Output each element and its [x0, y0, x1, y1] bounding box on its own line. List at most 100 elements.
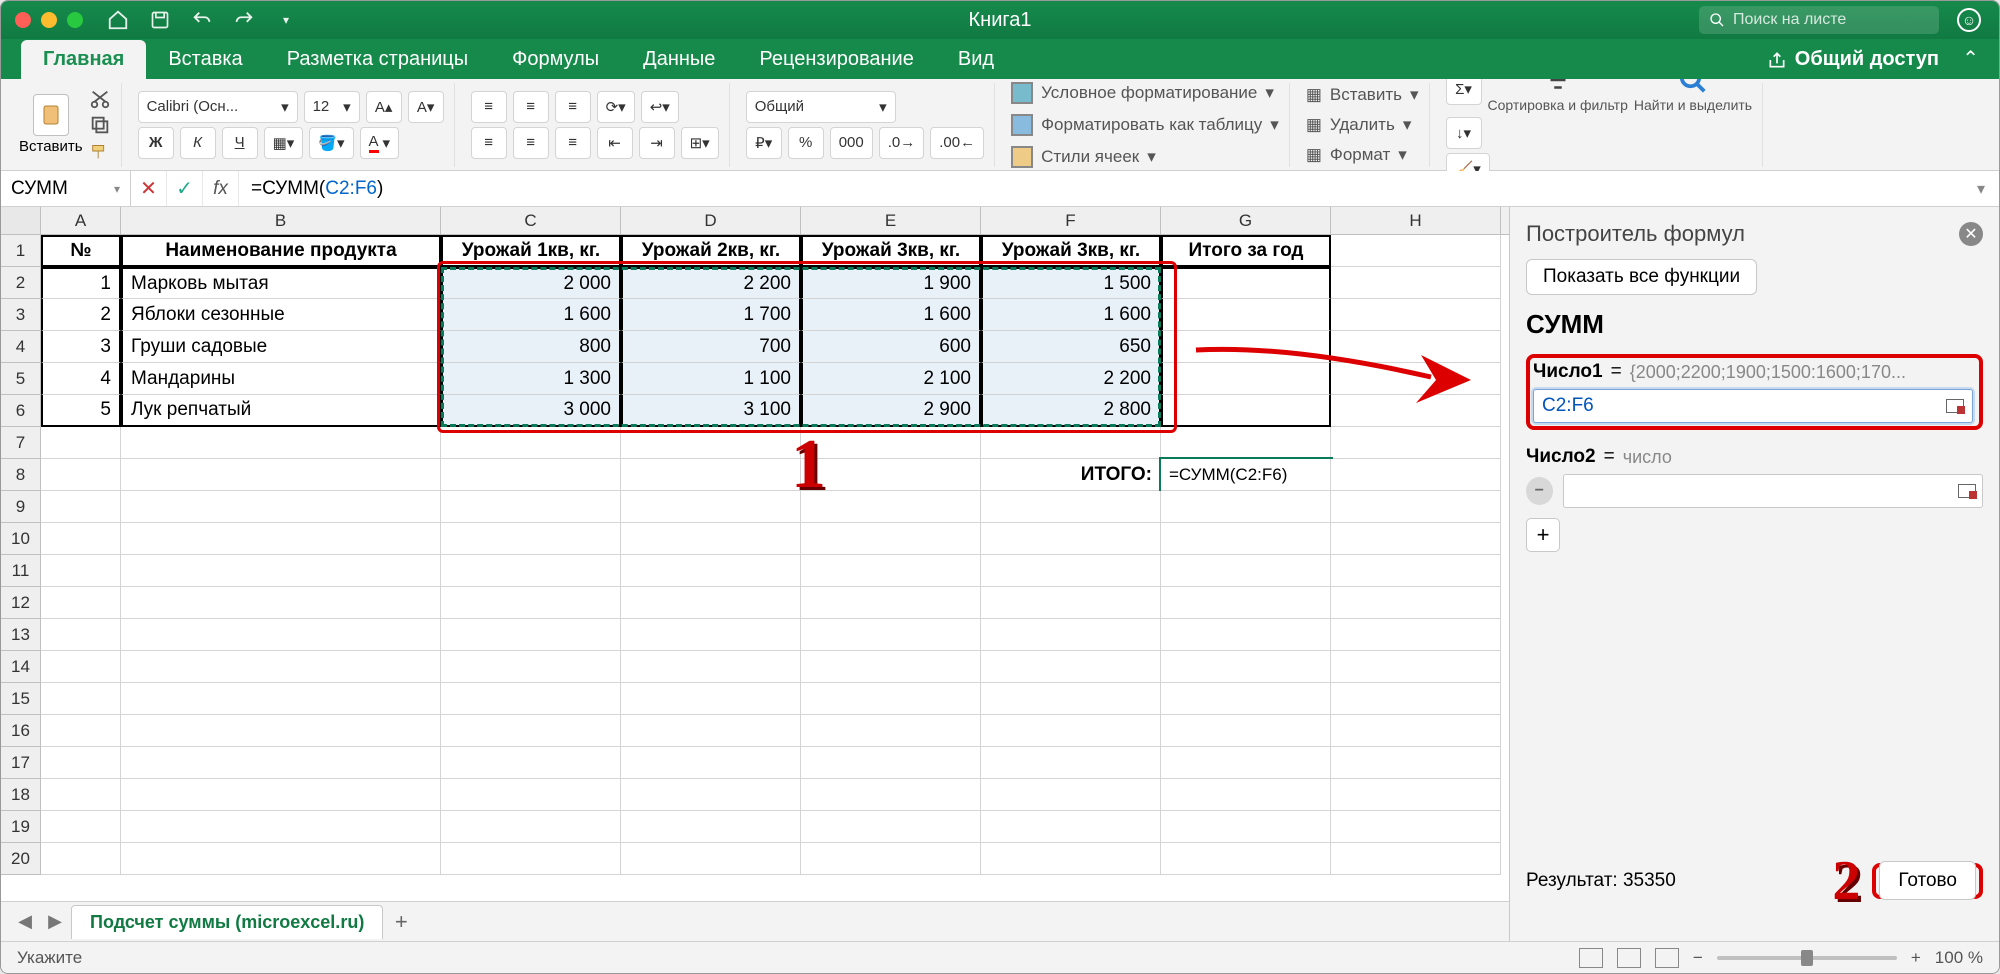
cell[interactable]	[1161, 427, 1331, 459]
cell[interactable]	[41, 459, 121, 491]
increase-indent-button[interactable]: ⇥	[639, 127, 675, 159]
cell[interactable]: 2 200	[621, 267, 801, 299]
cell[interactable]	[801, 779, 981, 811]
cell[interactable]	[801, 619, 981, 651]
normal-view-icon[interactable]	[1579, 948, 1603, 968]
col-header-a[interactable]: A	[41, 207, 121, 234]
copy-icon[interactable]	[89, 114, 111, 136]
cell[interactable]	[801, 491, 981, 523]
cell[interactable]	[1331, 587, 1501, 619]
cell[interactable]	[801, 683, 981, 715]
cell[interactable]	[981, 523, 1161, 555]
cell[interactable]	[1331, 683, 1501, 715]
cell[interactable]	[1161, 619, 1331, 651]
cell[interactable]	[801, 587, 981, 619]
decrease-decimal-button[interactable]: .00←	[930, 127, 984, 159]
delete-cells-button[interactable]: ▦Удалить ▾	[1306, 112, 1419, 138]
name-box[interactable]: СУММ▾	[1, 171, 131, 206]
row-header[interactable]: 10	[1, 523, 41, 555]
row-header[interactable]: 13	[1, 619, 41, 651]
cell-styles-button[interactable]: Стили ячеек ▾	[1011, 143, 1279, 171]
merge-button[interactable]: ⊞▾	[681, 127, 719, 159]
decrease-indent-button[interactable]: ⇤	[597, 127, 633, 159]
cell[interactable]: Мандарины	[121, 363, 441, 395]
cell[interactable]	[121, 587, 441, 619]
increase-font-button[interactable]: A▴	[366, 91, 402, 123]
cell[interactable]: 650	[981, 331, 1161, 363]
increase-decimal-button[interactable]: .0→	[879, 127, 925, 159]
sheet-tab[interactable]: Подсчет суммы (microexcel.ru)	[71, 905, 383, 939]
cell[interactable]: №	[41, 235, 121, 267]
row-header[interactable]: 2	[1, 267, 41, 299]
cancel-formula-button[interactable]: ✕	[131, 171, 167, 206]
cell[interactable]	[121, 491, 441, 523]
cell[interactable]	[801, 811, 981, 843]
col-header-d[interactable]: D	[621, 207, 801, 234]
cell[interactable]: 2	[41, 299, 121, 331]
wrap-text-button[interactable]: ↩▾	[641, 91, 679, 123]
cell[interactable]	[41, 811, 121, 843]
cell[interactable]	[621, 715, 801, 747]
cell[interactable]: 800	[441, 331, 621, 363]
cell[interactable]	[1161, 523, 1331, 555]
currency-button[interactable]: ₽▾	[746, 127, 782, 159]
cell[interactable]	[981, 715, 1161, 747]
customize-qat-icon[interactable]: ▾	[275, 9, 297, 31]
cell[interactable]	[801, 715, 981, 747]
cell[interactable]: Лук репчатый	[121, 395, 441, 427]
cell[interactable]	[1331, 619, 1501, 651]
cell[interactable]	[1331, 299, 1501, 331]
row-header[interactable]: 19	[1, 811, 41, 843]
cell[interactable]	[621, 427, 801, 459]
cell[interactable]	[121, 715, 441, 747]
tab-layout[interactable]: Разметка страницы	[265, 40, 490, 79]
tab-review[interactable]: Рецензирование	[737, 40, 935, 79]
page-layout-view-icon[interactable]	[1617, 948, 1641, 968]
cell[interactable]	[1161, 683, 1331, 715]
cell[interactable]	[41, 523, 121, 555]
cell[interactable]	[441, 587, 621, 619]
spreadsheet-grid[interactable]: 1 № Наименование продукта Урожай 1кв, кг…	[1, 235, 1509, 901]
row-header[interactable]: 8	[1, 459, 41, 491]
align-middle-button[interactable]: ≡	[513, 91, 549, 123]
cell[interactable]	[121, 651, 441, 683]
row-header[interactable]: 15	[1, 683, 41, 715]
cell[interactable]	[41, 843, 121, 875]
cell[interactable]	[441, 555, 621, 587]
collapse-ribbon-icon[interactable]: ⌃	[1962, 46, 1979, 71]
cell[interactable]: Итого за год	[1161, 235, 1331, 267]
cell[interactable]	[981, 491, 1161, 523]
zoom-out-button[interactable]: −	[1693, 948, 1703, 968]
tab-formulas[interactable]: Формулы	[490, 40, 621, 79]
cell[interactable]	[441, 779, 621, 811]
cell[interactable]	[441, 747, 621, 779]
cell[interactable]	[621, 587, 801, 619]
cell[interactable]: 1 600	[441, 299, 621, 331]
cell[interactable]: 1	[41, 267, 121, 299]
cell[interactable]	[981, 427, 1161, 459]
cell[interactable]	[981, 555, 1161, 587]
row-header[interactable]: 20	[1, 843, 41, 875]
col-header-b[interactable]: B	[121, 207, 441, 234]
cell[interactable]	[1161, 747, 1331, 779]
col-header-e[interactable]: E	[801, 207, 981, 234]
cell[interactable]	[441, 651, 621, 683]
cell[interactable]	[1331, 811, 1501, 843]
row-header[interactable]: 1	[1, 235, 41, 267]
cell[interactable]	[621, 555, 801, 587]
fill-button[interactable]: ↓▾	[1446, 117, 1482, 149]
row-header[interactable]: 18	[1, 779, 41, 811]
font-size-selector[interactable]: 12▾	[304, 91, 360, 123]
col-header-g[interactable]: G	[1161, 207, 1331, 234]
cell[interactable]	[41, 683, 121, 715]
cell[interactable]	[41, 619, 121, 651]
cell[interactable]	[1161, 555, 1331, 587]
cell[interactable]: 2 000	[441, 267, 621, 299]
row-header[interactable]: 7	[1, 427, 41, 459]
cell[interactable]	[121, 619, 441, 651]
comma-button[interactable]: 000	[830, 127, 873, 159]
arg1-input[interactable]: C2:F6	[1533, 389, 1973, 423]
range-picker-icon[interactable]	[1958, 484, 1976, 498]
cell[interactable]	[441, 715, 621, 747]
cell[interactable]	[1161, 715, 1331, 747]
